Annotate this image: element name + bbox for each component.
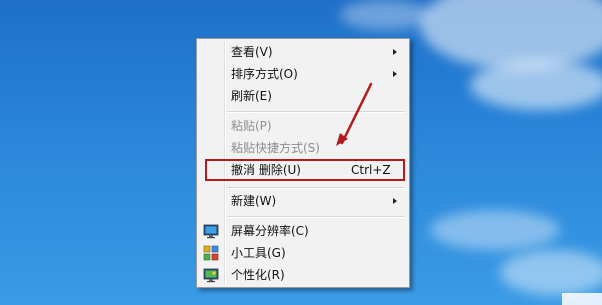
annotation-arrow-icon [336,82,373,146]
